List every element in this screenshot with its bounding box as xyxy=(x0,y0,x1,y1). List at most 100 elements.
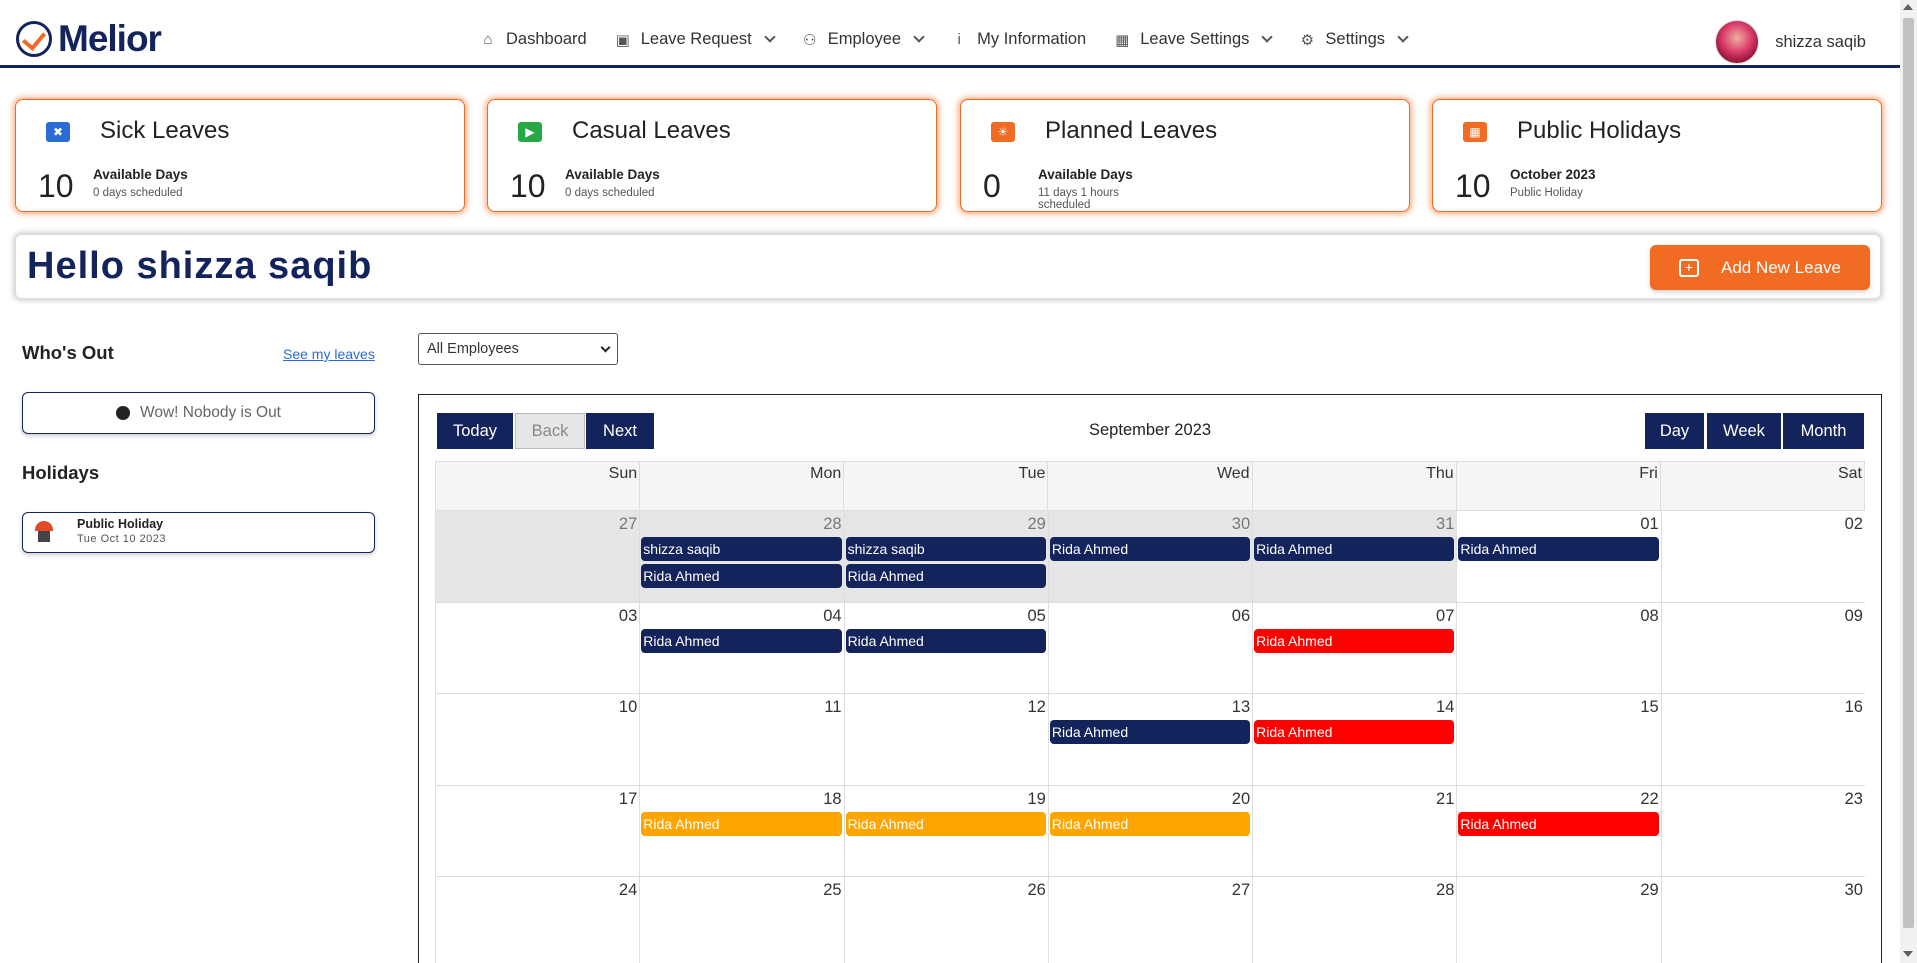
holiday-item[interactable]: Public Holiday Tue Oct 10 2023 xyxy=(22,512,375,553)
leave-event[interactable]: Rida Ahmed xyxy=(1458,811,1659,836)
info-icon: i xyxy=(957,31,961,48)
chevron-down-icon xyxy=(1397,31,1409,43)
greeting-banner: Hello shizza saqib + Add New Leave xyxy=(15,234,1881,299)
event-layer: shizza saqib shizza saqib Rida Ahmed Rida A… xyxy=(435,511,1865,602)
card-count: 10 xyxy=(1455,168,1491,204)
gear-icon: ⚙ xyxy=(1300,31,1315,49)
weekday-header: Wed xyxy=(1047,462,1251,510)
nav-item-label: Dashboard xyxy=(506,30,587,48)
smiley-icon xyxy=(116,406,130,420)
leave-event[interactable]: Rida Ahmed xyxy=(1458,537,1659,561)
nobody-out-text: Wow! Nobody is Out xyxy=(140,404,281,421)
leave-event[interactable]: shizza saqib xyxy=(641,537,842,561)
leave-card-casual-leaves[interactable]: ▶ Casual Leaves 10 Available Days 0 days sch… xyxy=(487,99,937,212)
avatar[interactable] xyxy=(1715,20,1760,64)
nav-item-label: Leave Request xyxy=(640,30,752,48)
holiday-name: Public Holiday xyxy=(77,517,164,531)
event-layer: Rida Ahmed Rida Ahmed xyxy=(435,694,1865,785)
card-subtext: 0 days scheduled xyxy=(93,187,183,199)
leave-card-public-holidays[interactable]: ▦ Public Holidays 10 October 2023 Public Hol… xyxy=(1432,99,1882,212)
leave-calendar: Today Back Next September 2023 Day Week … xyxy=(418,394,1882,963)
ticket-icon: ▶ xyxy=(518,122,542,142)
scrollbar[interactable] xyxy=(1900,0,1917,963)
scroll-down-arrow-icon[interactable] xyxy=(1903,951,1913,957)
month-grid: Sun Mon Tue Wed Thu Fri Sat 27 28 29 30 31 01 02 shizz… xyxy=(435,461,1865,963)
app-root: Melior ⌂ Dashboard ▣ Leave Request ⚇ Employee… xyxy=(0,0,1917,963)
leave-event[interactable]: Rida Ahmed xyxy=(1049,537,1251,561)
leave-event[interactable]: Rida Ahmed xyxy=(845,564,1046,588)
nav-item-my-information[interactable]: i My Information xyxy=(951,30,1086,49)
nav-item-settings[interactable]: ⚙ Settings xyxy=(1299,30,1409,49)
next-button[interactable]: Next xyxy=(586,413,654,449)
nav-item-leave-request[interactable]: ▣ Leave Request xyxy=(615,30,776,49)
leave-event[interactable]: Rida Ahmed xyxy=(1049,720,1251,744)
bandage-icon: ✖ xyxy=(46,122,70,142)
chevron-down-icon xyxy=(600,342,611,353)
beach-icon: ☀ xyxy=(991,122,1015,142)
card-title: Sick Leaves xyxy=(100,117,230,144)
add-new-leave-button[interactable]: + Add New Leave xyxy=(1650,245,1870,290)
leave-event[interactable]: Rida Ahmed xyxy=(641,628,842,653)
nav-item-label: Employee xyxy=(827,30,902,48)
user-menu[interactable]: shizza saqib xyxy=(1715,20,1866,64)
add-new-leave-label: Add New Leave xyxy=(1720,257,1842,277)
scroll-up-arrow-icon[interactable] xyxy=(1903,4,1913,10)
day-view-button[interactable]: Day xyxy=(1645,413,1704,449)
week-view-button[interactable]: Week xyxy=(1707,413,1781,449)
leave-event[interactable]: Rida Ahmed xyxy=(1254,720,1455,744)
nav-item-employee[interactable]: ⚇ Employee xyxy=(802,30,925,49)
card-count: 0 xyxy=(983,168,1001,204)
card-label: October 2023 xyxy=(1510,167,1596,182)
week-row: 17 18 19 20 21 22 23 Rida Ahmed Rida Ahmed Rida A… xyxy=(435,785,1865,877)
chevron-down-icon xyxy=(764,31,776,43)
card-title: Planned Leaves xyxy=(1045,117,1218,144)
chevron-down-icon xyxy=(1261,31,1274,43)
nav-item-label: My Information xyxy=(977,30,1087,48)
brand-name: Melior xyxy=(58,18,162,59)
calendar-plus-icon: ▣ xyxy=(615,31,630,49)
scroll-thumb[interactable] xyxy=(1903,18,1914,928)
leave-event[interactable]: Rida Ahmed xyxy=(641,811,842,836)
weekday-header: Sun xyxy=(435,462,639,510)
home-icon: ⌂ xyxy=(483,31,493,48)
back-button[interactable]: Back xyxy=(515,413,585,449)
week-row: 03 04 05 06 07 08 09 Rida Ahmed Rida Ahmed Rida A… xyxy=(435,602,1865,694)
leave-event[interactable]: Rida Ahmed xyxy=(1254,628,1455,653)
plus-icon: + xyxy=(1678,258,1699,277)
weekday-header: Thu xyxy=(1251,462,1456,510)
leave-card-sick-leaves[interactable]: ✖ Sick Leaves 10 Available Days 0 days sched… xyxy=(15,99,465,212)
card-title: Public Holidays xyxy=(1517,117,1682,144)
weekday-header-row: Sun Mon Tue Wed Thu Fri Sat xyxy=(435,461,1865,511)
leave-event[interactable]: Rida Ahmed xyxy=(845,628,1046,653)
calendar-title: September 2023 xyxy=(1089,421,1212,439)
card-subtext: Public Holiday xyxy=(1510,187,1583,199)
event-layer: Rida Ahmed Rida Ahmed Rida Ahmed xyxy=(435,603,1865,694)
leave-event[interactable]: Rida Ahmed xyxy=(845,811,1046,836)
top-navbar: Melior ⌂ Dashboard ▣ Leave Request ⚇ Employee… xyxy=(0,0,1900,68)
card-subtext: 11 days 1 hours scheduled xyxy=(1038,187,1119,211)
leave-card-planned-leaves[interactable]: ☀ Planned Leaves 0 Available Days 11 days 1 … xyxy=(960,99,1410,212)
weekday-header: Sat xyxy=(1659,462,1865,510)
nobody-out-box: Wow! Nobody is Out xyxy=(22,392,375,434)
calendar-icon: ▦ xyxy=(1115,31,1130,49)
holiday-date: Tue Oct 10 2023 xyxy=(77,533,167,545)
see-my-leaves-link[interactable]: See my leaves xyxy=(283,346,375,362)
leave-event[interactable]: shizza saqib xyxy=(845,537,1046,561)
brand-logo[interactable]: Melior xyxy=(16,18,162,60)
card-title: Casual Leaves xyxy=(572,117,731,144)
event-layer xyxy=(435,877,1865,963)
calendar-icon: ▦ xyxy=(1463,122,1487,142)
card-count: 10 xyxy=(38,168,74,204)
weekday-header: Tue xyxy=(843,462,1047,510)
users-icon: ⚇ xyxy=(803,31,817,49)
leave-event[interactable]: Rida Ahmed xyxy=(641,564,842,588)
employee-filter-select[interactable]: All Employees xyxy=(418,333,618,365)
leave-event[interactable]: Rida Ahmed xyxy=(1254,537,1455,561)
weekday-header: Mon xyxy=(639,462,843,510)
nav-item-dashboard[interactable]: ⌂ Dashboard xyxy=(480,30,587,49)
leave-event[interactable]: Rida Ahmed xyxy=(1049,811,1251,836)
nav-item-leave-settings[interactable]: ▦ Leave Settings xyxy=(1114,30,1274,49)
today-button[interactable]: Today xyxy=(437,413,513,449)
month-view-button[interactable]: Month xyxy=(1783,413,1864,449)
holiday-icon xyxy=(33,521,55,545)
